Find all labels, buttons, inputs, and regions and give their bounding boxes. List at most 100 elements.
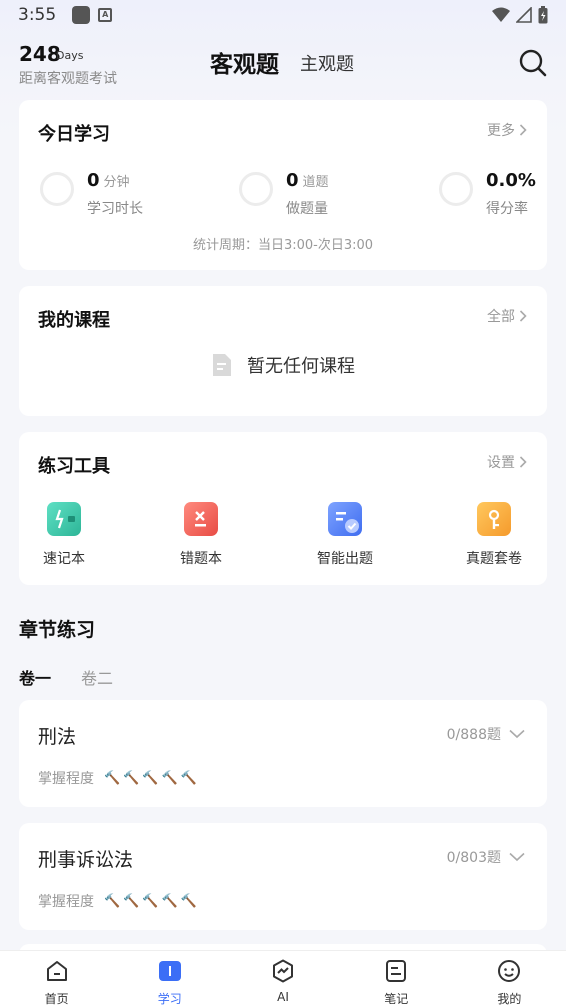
my-courses-title: 我的课程 <box>38 310 110 331</box>
today-study-card: 今日学习 更多 0 分钟 学习时长 0 道题 做题量 0.0% 得分率 统计周期：当… <box>19 100 547 270</box>
signal-icon <box>516 7 532 23</box>
exam-paper-icon <box>477 502 511 536</box>
courses-empty-text: 暂无任何课程 <box>247 356 355 377</box>
mastery-row: 掌握程度 🔨 🔨 🔨 🔨 🔨 <box>38 891 197 911</box>
chapter-progress: 0/888题 <box>447 724 525 744</box>
status-time: 3:55 <box>18 5 57 25</box>
app-header: 248 Days 距离客观题考试 客观题 主观题 <box>0 40 566 90</box>
tab-label: 我的 <box>497 992 522 1006</box>
notification-a-icon: A <box>98 8 113 22</box>
days-countdown-unit: Days <box>56 49 84 62</box>
practice-tools-title: 练习工具 <box>38 456 110 477</box>
chevron-right-icon <box>519 124 527 136</box>
gavel-icon: 🔨 <box>123 770 140 786</box>
tool-exam-paper[interactable]: 真题套卷 <box>449 502 539 568</box>
mastery-rating: 🔨 🔨 🔨 🔨 🔨 <box>104 771 197 786</box>
mastery-label: 掌握程度 <box>38 894 94 910</box>
study-icon <box>158 961 181 981</box>
notification-app-icon <box>72 6 91 24</box>
smart-quiz-icon <box>328 502 362 536</box>
stat-unit: 分钟 <box>103 175 130 190</box>
tool-label: 速记本 <box>43 551 85 567</box>
tab-subjective[interactable]: 主观题 <box>300 50 354 76</box>
mastery-row: 掌握程度 🔨 🔨 🔨 🔨 🔨 <box>38 768 197 788</box>
tab-notes[interactable]: 笔记 <box>340 951 453 1008</box>
flashcard-icon <box>47 502 81 536</box>
chevron-right-icon <box>519 310 527 322</box>
status-bar: 3:55 A <box>0 0 566 30</box>
chapter-practice-title: 章节练习 <box>19 619 96 641</box>
chapter-name: 刑事诉讼法 <box>38 849 134 871</box>
tool-label: 真题套卷 <box>466 551 522 567</box>
progress-ring <box>239 172 273 206</box>
today-more-label: 更多 <box>487 123 515 139</box>
tab-home[interactable]: 首页 <box>0 951 113 1008</box>
chevron-right-icon <box>519 456 527 468</box>
tab-study[interactable]: 学习 <box>113 951 226 1008</box>
today-more-link[interactable]: 更多 <box>487 120 527 140</box>
chevron-down-icon[interactable] <box>509 729 525 739</box>
tool-label: 智能出题 <box>317 551 373 567</box>
battery-icon <box>538 6 548 24</box>
tab-profile[interactable]: 我的 <box>453 951 566 1008</box>
today-study-title: 今日学习 <box>38 124 110 145</box>
stat-value: 0 <box>286 170 299 191</box>
gavel-icon: 🔨 <box>180 893 197 909</box>
tool-smart-quiz[interactable]: 智能出题 <box>300 502 390 568</box>
ai-icon <box>273 959 293 983</box>
profile-icon <box>498 960 521 982</box>
tab-volume-two[interactable]: 卷二 <box>81 665 113 689</box>
tab-objective[interactable]: 客观题 <box>210 45 279 79</box>
courses-all-label: 全部 <box>487 309 515 325</box>
courses-empty-state: 暂无任何课程 <box>19 352 547 378</box>
chapter-item[interactable]: 刑事诉讼法 0/803题 掌握程度 🔨 🔨 🔨 🔨 🔨 <box>19 823 547 930</box>
notes-icon <box>386 960 407 982</box>
tool-wrong-book[interactable]: 错题本 <box>156 502 246 568</box>
tab-label: 首页 <box>44 992 69 1006</box>
gavel-icon: 🔨 <box>142 770 159 786</box>
progress-ring <box>40 172 74 206</box>
tool-label: 错题本 <box>180 551 222 567</box>
stat-period-note: 统计周期：当日3:00-次日3:00 <box>192 238 374 253</box>
tab-label: 学习 <box>157 992 182 1006</box>
gavel-icon: 🔨 <box>104 770 121 786</box>
stat-value: 0.0% <box>486 170 536 191</box>
stat-label: 学习时长 <box>87 201 143 217</box>
stat-value: 0 <box>87 170 100 191</box>
stat-label: 做题量 <box>286 201 328 217</box>
empty-document-icon <box>213 354 231 376</box>
wifi-icon <box>492 7 510 22</box>
chapter-item[interactable]: 刑法 0/888题 掌握程度 🔨 🔨 🔨 🔨 🔨 <box>19 700 547 807</box>
wrong-book-icon <box>184 502 218 536</box>
practice-tools-card: 练习工具 设置 速记本 错题本 智能出题 真题套卷 <box>19 432 547 585</box>
home-icon <box>46 961 67 981</box>
tools-settings-label: 设置 <box>487 455 515 471</box>
tab-label: 笔记 <box>384 992 409 1006</box>
gavel-icon: 🔨 <box>123 893 140 909</box>
gavel-icon: 🔨 <box>142 893 159 909</box>
tab-label: AI <box>277 990 289 1004</box>
gavel-icon: 🔨 <box>161 893 178 909</box>
progress-ring <box>439 172 473 206</box>
chapter-name: 刑法 <box>38 726 77 748</box>
stat-label: 得分率 <box>486 201 528 217</box>
tools-settings-link[interactable]: 设置 <box>487 452 527 472</box>
tab-ai[interactable]: AI <box>226 951 339 1008</box>
gavel-icon: 🔨 <box>161 770 178 786</box>
chapter-count-text: 0/888题 <box>446 727 501 743</box>
mastery-rating: 🔨 🔨 🔨 🔨 🔨 <box>104 894 197 909</box>
chevron-down-icon[interactable] <box>509 852 525 862</box>
chapter-progress: 0/803题 <box>447 847 525 867</box>
days-countdown-number: 248 <box>19 42 61 66</box>
courses-all-link[interactable]: 全部 <box>487 306 527 326</box>
chapter-count-text: 0/803题 <box>446 850 501 866</box>
days-countdown-caption: 距离客观题考试 <box>19 71 117 87</box>
my-courses-card: 我的课程 全部 暂无任何课程 <box>19 286 547 416</box>
mastery-label: 掌握程度 <box>38 771 94 787</box>
stat-unit: 道题 <box>302 175 329 190</box>
tab-volume-one[interactable]: 卷一 <box>19 665 51 689</box>
search-icon[interactable] <box>518 48 548 78</box>
bottom-tab-bar: 首页 学习 AI 笔记 我的 <box>0 950 566 1008</box>
gavel-icon: 🔨 <box>104 893 121 909</box>
tool-flashcard[interactable]: 速记本 <box>19 502 109 568</box>
